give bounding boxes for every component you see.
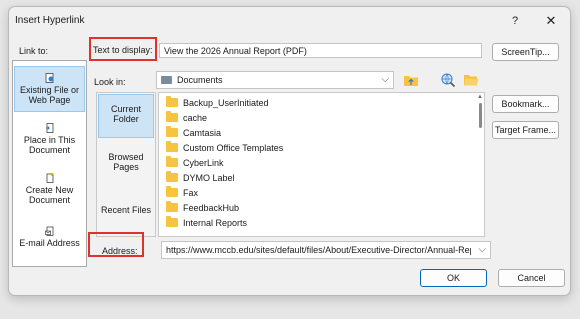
list-item[interactable]: Backup_UserInitiated <box>166 95 269 110</box>
folder-icon <box>166 171 178 182</box>
file-name: Camtasia <box>183 127 222 138</box>
link-to-label: Link to: <box>19 46 49 56</box>
folder-icon <box>166 216 178 227</box>
ok-button[interactable]: OK <box>420 269 487 287</box>
folder-icon <box>166 156 178 167</box>
list-item[interactable]: DYMO Label <box>166 170 235 185</box>
link-to-create-new-document[interactable]: Create New Document <box>14 173 85 205</box>
file-name: FeedbackHub <box>183 202 240 213</box>
link-to-place-label: Place in This Document <box>23 135 76 155</box>
look-in-value: Documents <box>177 75 223 85</box>
document-place-icon <box>45 123 53 133</box>
nav-recent-files[interactable]: Recent Files <box>98 205 154 215</box>
browse-nav-panel: Current Folder Browsed Pages Recent File… <box>96 92 156 237</box>
insert-hyperlink-dialog: Insert Hyperlink ? ✕ Link to: Existing F… <box>8 6 571 296</box>
address-input[interactable]: https://www.mccb.edu/sites/default/files… <box>161 241 491 259</box>
look-in-label: Look in: <box>94 77 126 87</box>
folder-icon <box>166 141 178 152</box>
text-to-display-highlight <box>89 37 157 61</box>
folder-icon <box>166 96 178 107</box>
browse-web-button[interactable] <box>439 71 457 89</box>
up-folder-button[interactable] <box>402 71 420 89</box>
link-to-new-document-label: Create New Document <box>25 185 74 205</box>
chevron-down-icon[interactable]: ⌵ <box>478 244 486 255</box>
list-item[interactable]: CyberLink <box>166 155 224 170</box>
link-to-panel: Existing File or Web Page Place in This … <box>12 60 87 267</box>
target-frame-button[interactable]: Target Frame... <box>492 121 559 139</box>
documents-folder-icon <box>161 76 172 84</box>
list-item[interactable]: Fax <box>166 185 198 200</box>
folder-icon <box>166 111 178 122</box>
file-name: DYMO Label <box>183 172 235 183</box>
list-item[interactable]: cache <box>166 110 207 125</box>
file-name: Fax <box>183 187 199 198</box>
scrollbar-thumb[interactable] <box>479 103 482 128</box>
nav-browsed-pages[interactable]: Browsed Pages <box>98 152 154 172</box>
file-name: CyberLink <box>183 157 224 168</box>
browse-web-icon <box>441 73 456 88</box>
link-to-existing-file[interactable]: Existing File or Web Page <box>14 66 85 112</box>
folder-icon <box>166 186 178 197</box>
list-item[interactable]: Internal Reports <box>166 215 247 230</box>
file-name: Custom Office Templates <box>183 142 284 153</box>
close-button[interactable]: ✕ <box>537 10 565 32</box>
help-button[interactable]: ? <box>501 10 529 32</box>
list-item[interactable]: FeedbackHub <box>166 200 239 215</box>
look-in-select[interactable]: Documents ⌵ <box>156 71 394 89</box>
new-document-icon <box>46 173 53 183</box>
list-item[interactable]: Camtasia <box>166 125 221 140</box>
up-folder-icon <box>404 76 418 86</box>
link-to-place-in-document[interactable]: Place in This Document <box>14 123 85 155</box>
link-to-existing-file-label: Existing File or Web Page <box>19 85 80 105</box>
open-folder-icon <box>464 75 479 86</box>
file-list[interactable]: Backup_UserInitiated cache Camtasia Cust… <box>158 92 485 237</box>
bookmark-button[interactable]: Bookmark... <box>492 95 559 113</box>
address-value: https://www.mccb.edu/sites/default/files… <box>166 245 471 255</box>
list-item[interactable]: Custom Office Templates <box>166 140 283 155</box>
nav-current-folder[interactable]: Current Folder <box>98 94 154 138</box>
scroll-up-icon[interactable]: ▲ <box>477 94 483 100</box>
chevron-down-icon[interactable]: ⌵ <box>381 74 389 85</box>
folder-icon <box>166 126 178 137</box>
file-name: cache <box>183 112 208 123</box>
web-page-icon <box>45 73 53 83</box>
screentip-button[interactable]: ScreenTip... <box>492 43 559 61</box>
folder-icon <box>166 201 178 212</box>
dialog-title: Insert Hyperlink <box>15 15 85 26</box>
link-to-email-address[interactable]: E-mail Address <box>14 226 85 248</box>
browse-file-button[interactable] <box>462 71 480 89</box>
address-label: Address: <box>102 246 138 256</box>
link-to-email-label: E-mail Address <box>19 238 80 248</box>
text-to-display-input[interactable]: View the 2026 Annual Report (PDF) <box>159 43 482 58</box>
file-name: Backup_UserInitiated <box>183 97 269 108</box>
file-name: Internal Reports <box>183 217 248 228</box>
email-icon <box>44 226 53 236</box>
cancel-button[interactable]: Cancel <box>498 269 565 287</box>
